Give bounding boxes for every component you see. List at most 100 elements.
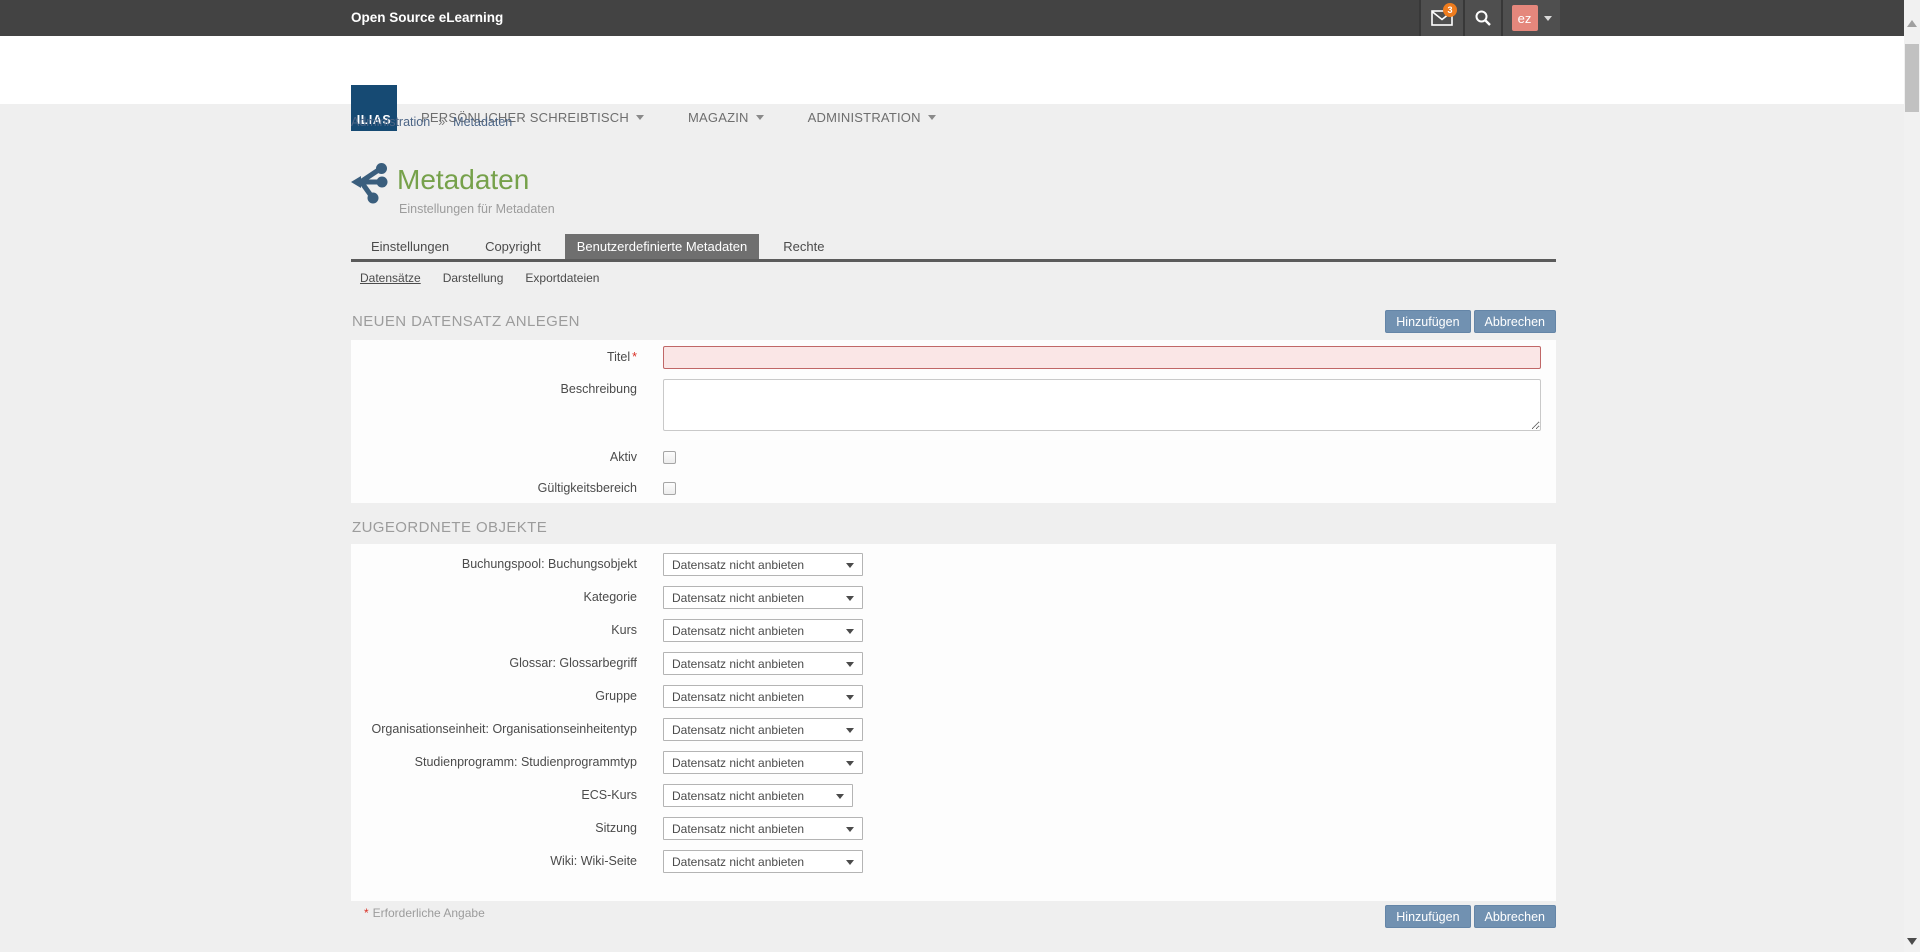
select-value: Datensatz nicht anbieten [672,690,804,704]
select-value: Datensatz nicht anbieten [672,723,804,737]
object-row: Kurs Datensatz nicht anbieten [351,619,1556,642]
caret-down-icon [846,662,854,667]
caret-down-icon [846,728,854,733]
object-row-label: Studienprogramm: Studienprogrammtyp [351,751,637,774]
subtab-2[interactable]: Exportdateien [525,271,599,285]
topbar: Open Source eLearning 3 ez [0,0,1920,36]
object-row: ECS-Kurs Datensatz nicht anbieten [351,784,1556,807]
caret-down-icon [846,563,854,568]
object-row: Studienprogramm: Studienprogrammtyp Daten… [351,751,1556,774]
cancel-button-bottom[interactable]: Abbrechen [1474,905,1556,928]
search-icon [1474,9,1492,27]
nav-item-1[interactable]: MAGAZIN [688,110,764,125]
description-label: Beschreibung [351,379,637,431]
object-row-label: Gruppe [351,685,637,708]
mail-button[interactable]: 3 [1419,0,1463,36]
description-textarea[interactable] [663,379,1541,431]
title-label: Titel* [351,346,637,369]
tab-0[interactable]: Einstellungen [359,234,461,259]
caret-down-icon [836,794,844,799]
subtab-1[interactable]: Darstellung [443,271,504,285]
app-title: Open Source eLearning [351,10,503,25]
dataset-offer-select[interactable]: Datensatz nicht anbieten [663,586,863,609]
metadata-icon [351,161,388,209]
scrollbar-up-arrow[interactable] [1907,20,1917,27]
dataset-offer-select[interactable]: Datensatz nicht anbieten [663,619,863,642]
footer-buttons: Hinzufügen Abbrechen [351,905,1556,928]
create-form-heading: NEUEN DATENSATZ ANLEGEN [351,310,580,330]
required-asterisk: * [632,350,637,364]
scope-label: Gültigkeitsbereich [351,478,637,492]
active-checkbox[interactable] [663,451,676,464]
create-form-panel: Titel* Beschreibung Aktiv Gültigkeitsber… [351,340,1556,503]
create-form-toolbar: NEUEN DATENSATZ ANLEGEN Hinzufügen Abbre… [351,310,1556,333]
tab-3[interactable]: Rechte [771,234,836,259]
title-input[interactable] [663,346,1541,369]
caret-down-icon [756,115,764,120]
page-subtitle: Einstellungen für Metadaten [399,202,555,216]
caret-down-icon [636,115,644,120]
object-row-label: ECS-Kurs [351,784,637,807]
mail-badge: 3 [1443,3,1457,17]
scrollbar-down-arrow[interactable] [1907,938,1917,945]
breadcrumb-metadaten[interactable]: Metadaten [453,115,512,129]
object-row: Glossar: Glossarbegriff Datensatz nicht a… [351,652,1556,675]
dataset-offer-select[interactable]: Datensatz nicht anbieten [663,685,863,708]
select-value: Datensatz nicht anbieten [672,789,804,803]
select-value: Datensatz nicht anbieten [672,591,804,605]
subtab-0[interactable]: Datensätze [360,271,421,285]
caret-down-icon [846,827,854,832]
user-menu-button[interactable]: ez [1501,0,1560,36]
active-label: Aktiv [351,447,637,461]
caret-down-icon [846,629,854,634]
object-row-label: Buchungspool: Buchungsobjekt [351,553,637,576]
object-row: Gruppe Datensatz nicht anbieten [351,685,1556,708]
breadcrumb: Administration » Metadaten [351,115,512,129]
caret-down-icon [846,596,854,601]
objects-heading: ZUGEORDNETE OBJEKTE [351,516,547,536]
dataset-offer-select[interactable]: Datensatz nicht anbieten [663,784,853,807]
scrollbar[interactable] [1904,0,1920,952]
dataset-offer-select[interactable]: Datensatz nicht anbieten [663,718,863,741]
cancel-button-top[interactable]: Abbrechen [1474,310,1556,333]
nav-item-2[interactable]: ADMINISTRATION [808,110,936,125]
object-row-label: Kurs [351,619,637,642]
caret-down-icon [846,761,854,766]
caret-down-icon [1544,16,1552,21]
dataset-offer-select[interactable]: Datensatz nicht anbieten [663,652,863,675]
select-value: Datensatz nicht anbieten [672,657,804,671]
nav-item-label: ADMINISTRATION [808,110,921,125]
search-button[interactable] [1463,0,1501,36]
object-row-label: Glossar: Glossarbegriff [351,652,637,675]
page-title: Metadaten [397,164,529,196]
object-row: Sitzung Datensatz nicht anbieten [351,817,1556,840]
topbar-actions: 3 ez [1419,0,1560,36]
tab-1[interactable]: Copyright [473,234,553,259]
dataset-offer-select[interactable]: Datensatz nicht anbieten [663,850,863,873]
object-row-label: Sitzung [351,817,637,840]
scope-checkbox[interactable] [663,482,676,495]
objects-toolbar: ZUGEORDNETE OBJEKTE [351,516,1556,536]
scrollbar-thumb[interactable] [1905,44,1919,112]
breadcrumb-administration[interactable]: Administration [351,115,430,129]
tab-2[interactable]: Benutzerdefinierte Metadaten [565,234,760,259]
subtab-bar: Datensätze Darstellung Exportdateien [360,271,599,285]
dataset-offer-select[interactable]: Datensatz nicht anbieten [663,817,863,840]
caret-down-icon [928,115,936,120]
add-button-bottom[interactable]: Hinzufügen [1385,905,1470,928]
object-row: Kategorie Datensatz nicht anbieten [351,586,1556,609]
object-row-label: Kategorie [351,586,637,609]
dataset-offer-select[interactable]: Datensatz nicht anbieten [663,751,863,774]
add-button-top[interactable]: Hinzufügen [1385,310,1470,333]
dataset-offer-select[interactable]: Datensatz nicht anbieten [663,553,863,576]
object-row: Wiki: Wiki-Seite Datensatz nicht anbieten [351,850,1556,873]
object-row-label: Wiki: Wiki-Seite [351,850,637,873]
object-row: Organisationseinheit: Organisationseinhe… [351,718,1556,741]
select-value: Datensatz nicht anbieten [672,855,804,869]
select-value: Datensatz nicht anbieten [672,822,804,836]
object-row-label: Organisationseinheit: Organisationseinhe… [351,718,637,741]
avatar: ez [1512,5,1538,31]
nav-item-label: MAGAZIN [688,110,749,125]
select-value: Datensatz nicht anbieten [672,558,804,572]
select-value: Datensatz nicht anbieten [672,756,804,770]
